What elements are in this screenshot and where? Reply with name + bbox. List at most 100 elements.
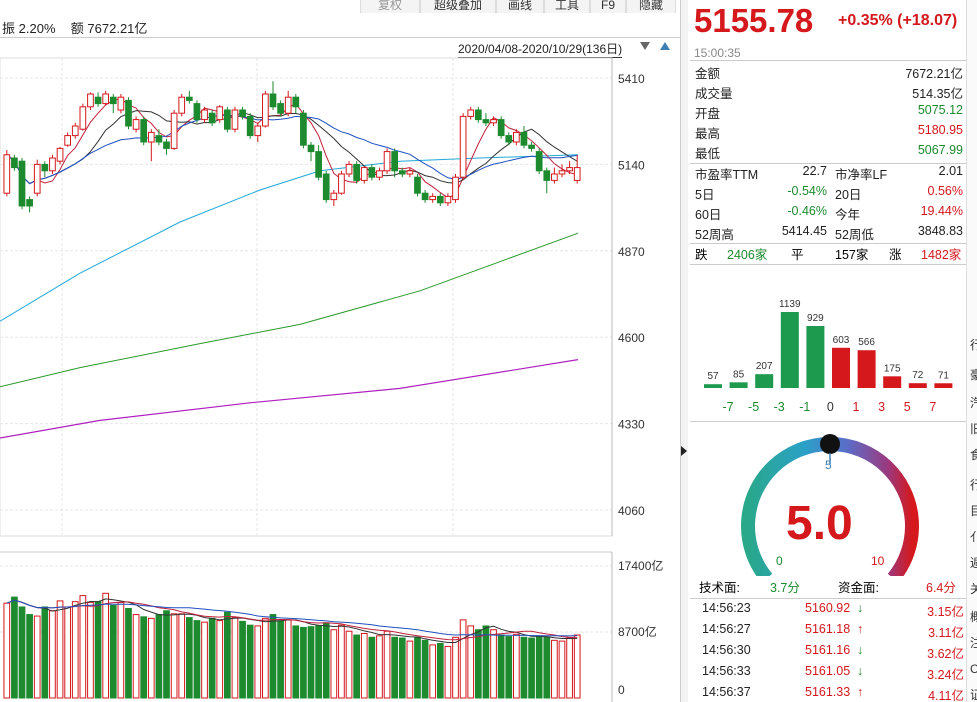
amount-label: 额 xyxy=(70,21,84,36)
breadth-rule xyxy=(690,264,968,265)
stat2-row: 52周高 5414.45 52周低 3848.83 xyxy=(695,224,963,244)
side-column-text: 行 xyxy=(970,338,977,352)
tick-amount: 3.62亿 xyxy=(927,647,964,661)
price-axis-label: 4870 xyxy=(618,245,645,259)
candle-body xyxy=(71,125,79,137)
stat-row: 成交量 514.35亿 xyxy=(695,83,963,102)
kline-chart[interactable]: 5410 5140 4870 4600 4330 4060 17400亿 8700亿 0 xyxy=(0,56,680,702)
volume-bar xyxy=(269,614,277,699)
tick-price: 5161.33 xyxy=(805,685,851,699)
volume-bar xyxy=(147,617,155,699)
gauge-marker-label: 5 xyxy=(825,458,832,472)
tick-price: 5160.92 xyxy=(805,601,851,615)
volume-bar xyxy=(376,635,383,699)
tick-price: 5161.16 xyxy=(805,643,851,657)
candle-body xyxy=(360,167,368,181)
candle-body xyxy=(376,170,383,178)
candle-body xyxy=(513,131,520,143)
date-range-dropdown-icon[interactable] xyxy=(640,42,650,50)
stat2-label: 市净率LF xyxy=(835,168,888,182)
volume-axis-label: 0 xyxy=(618,683,625,697)
volume-bar xyxy=(3,602,11,699)
volume-bar xyxy=(429,644,437,699)
chart-header-rule xyxy=(0,37,680,38)
stat-label: 开盘 xyxy=(695,107,721,121)
volume-bar xyxy=(33,615,41,699)
arrow-up-icon: ↑ xyxy=(857,685,864,699)
volume-bar xyxy=(132,614,140,699)
price-axis-label: 4600 xyxy=(618,331,645,345)
candles xyxy=(3,81,581,213)
volume-bar xyxy=(170,613,178,699)
arrow-up-icon: ↑ xyxy=(857,622,864,636)
stat2-label: 市盈率TTM xyxy=(695,168,759,182)
stat2-label: 60日 xyxy=(695,208,722,222)
stat2-row: 市盈率TTM 22.7 市净率LF 2.01 xyxy=(695,164,963,184)
last-price: 5155.78 xyxy=(694,2,814,39)
candle-body xyxy=(566,167,573,172)
toolbar-button-tools[interactable]: 工具 xyxy=(544,0,590,13)
stat-row: 开盘 5075.12 xyxy=(695,103,963,122)
volume-bar xyxy=(292,625,300,699)
distribution-rule xyxy=(690,421,968,422)
volume-bar xyxy=(368,636,376,699)
candle-body xyxy=(49,157,56,172)
volume-bar xyxy=(383,630,391,699)
flat-label: 平 xyxy=(791,248,804,262)
stat-value: 5075.12 xyxy=(917,103,963,117)
side-column-text: 注 xyxy=(970,636,977,650)
candle-body xyxy=(467,109,475,117)
collapse-icon[interactable] xyxy=(660,42,670,50)
volume-bar xyxy=(193,620,201,699)
toolbar-button-hide[interactable]: 隐藏 xyxy=(626,0,676,13)
price-change: +0.35% (+18.07) xyxy=(838,12,958,29)
volume-bar xyxy=(178,613,186,699)
candle-body xyxy=(87,93,94,108)
candle-body xyxy=(94,96,102,105)
volume-bar xyxy=(353,634,360,699)
candle-body xyxy=(163,141,170,149)
volume-bar xyxy=(436,642,444,699)
candle-body xyxy=(262,93,269,127)
volume-bar xyxy=(551,639,558,699)
tick-time: 14:56:30 xyxy=(702,643,751,657)
up-label: 涨 xyxy=(889,248,902,262)
tick-amount: 3.11亿 xyxy=(928,626,964,640)
distribution-bar-label: 71 xyxy=(938,370,950,381)
price-axis-label: 5140 xyxy=(618,158,645,172)
toolbar-button-draw[interactable]: 画线 xyxy=(496,0,544,13)
stat2-row: 60日 -0.46% 今年 19.44% xyxy=(695,204,963,224)
expand-arrow-icon[interactable] xyxy=(681,446,687,456)
distribution-bar xyxy=(780,312,799,388)
distribution-tick: 3 xyxy=(878,400,885,414)
candle-body xyxy=(224,109,231,130)
stat-value: 514.35亿 xyxy=(912,87,963,101)
candle-body xyxy=(535,151,543,172)
candle-body xyxy=(528,144,535,149)
stat2-value: 2.01 xyxy=(938,164,963,178)
candle-body xyxy=(117,96,125,111)
candle-body xyxy=(109,96,117,105)
volume-bar xyxy=(444,645,452,699)
candle-body xyxy=(482,119,490,124)
volume-bar xyxy=(140,616,148,699)
toolbar-button-f9[interactable]: F9 xyxy=(590,0,626,13)
tech-value: 3.7分 xyxy=(770,581,800,595)
volume-bar xyxy=(125,607,132,699)
volume-bar xyxy=(231,617,239,699)
distribution-tick: 1 xyxy=(853,400,860,414)
down-label: 跌 xyxy=(695,248,708,262)
down-count: 2406家 xyxy=(727,248,768,262)
quote-time: 15:00:35 xyxy=(694,46,741,60)
stat2-label: 52周低 xyxy=(835,228,874,242)
toolbar-button-fuquan[interactable]: 复权 xyxy=(360,0,420,13)
moving-average-lines xyxy=(0,97,579,439)
toolbar-button-overlay[interactable]: 超级叠加 xyxy=(420,0,496,13)
candle-body xyxy=(147,131,155,143)
volume-bar xyxy=(208,617,216,699)
volume-bar xyxy=(459,619,467,699)
tick-row: 14:56:30 5161.16 ↓ 3.62亿 xyxy=(690,643,968,663)
candle-body xyxy=(132,119,140,130)
stat2-value: 19.44% xyxy=(920,204,963,218)
volume-bar xyxy=(41,606,49,699)
